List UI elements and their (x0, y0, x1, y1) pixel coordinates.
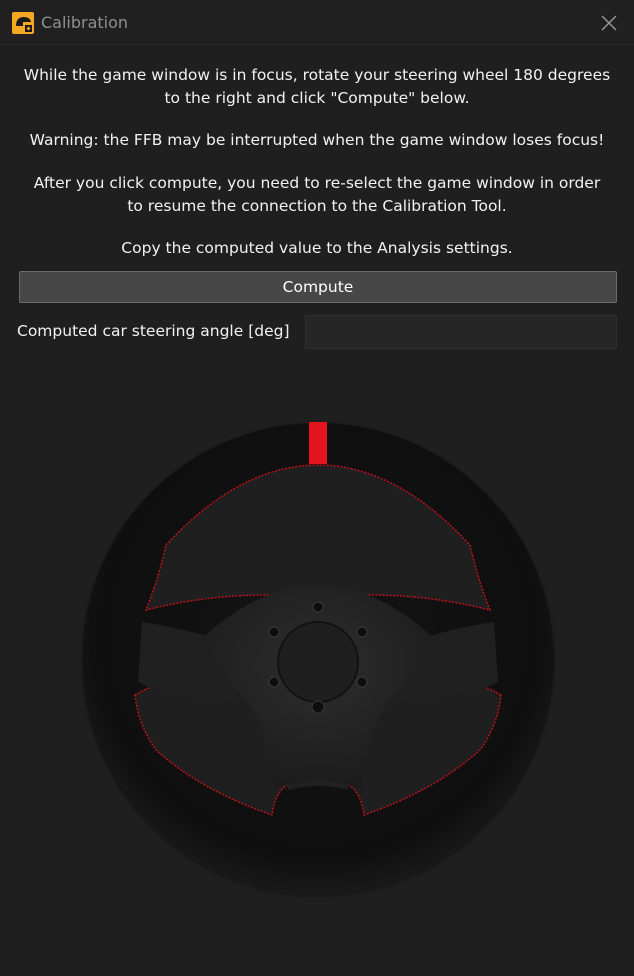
instruction-reselect-line1: After you click compute, you need to re-… (33, 174, 601, 192)
window-title: Calibration (41, 13, 129, 32)
steering-angle-field[interactable] (305, 315, 617, 349)
steering-wheel-image (80, 421, 556, 899)
title-bar: Calibration (0, 0, 634, 45)
instruction-rotate: While the game window is in focus, rotat… (10, 64, 624, 110)
instruction-rotate-line1: While the game window is in focus, rotat… (23, 66, 611, 84)
close-icon (601, 15, 617, 31)
steering-angle-label: Computed car steering angle [deg] (17, 322, 290, 340)
compute-button[interactable]: Compute (19, 271, 617, 303)
instruction-reselect-line2: to resume the connection to the Calibrat… (127, 197, 507, 215)
warning-text: Warning: the FFB may be interrupted when… (29, 131, 605, 149)
instruction-rotate-line2: to the right and click "Compute" below. (164, 89, 470, 107)
app-helmet-icon (12, 12, 34, 34)
instruction-copy: Copy the computed value to the Analysis … (121, 239, 513, 257)
instruction-reselect: After you click compute, you need to re-… (10, 172, 624, 218)
close-button[interactable] (594, 8, 624, 38)
